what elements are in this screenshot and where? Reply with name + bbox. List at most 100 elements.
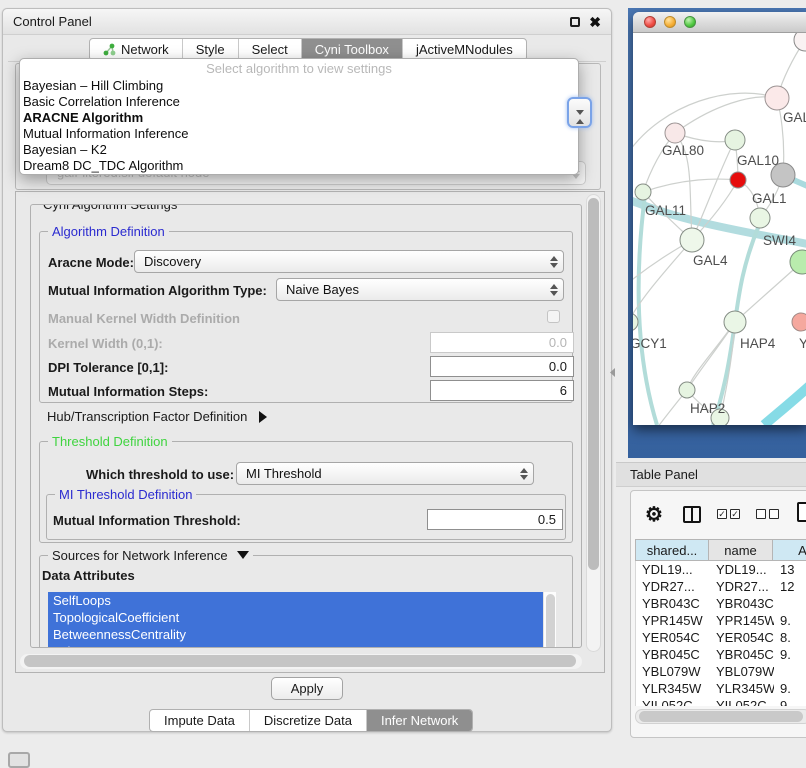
gear-icon[interactable]: ⚙ (645, 502, 663, 527)
checkbox-unchecked-icon[interactable] (756, 509, 766, 519)
attribute-item[interactable]: TopologicalCoefficient (48, 609, 543, 626)
mi-threshold-field[interactable]: 0.5 (427, 509, 563, 530)
settings-vertical-scrollbar[interactable] (586, 194, 601, 652)
attribute-item[interactable]: BetweennessCentrality (48, 626, 543, 643)
algorithm-option[interactable]: Bayesian – Hill Climbing (20, 78, 578, 94)
node-label: GAL1 (752, 191, 787, 206)
settings-vertical-scrollbar-thumb[interactable] (588, 198, 599, 570)
dpi-tolerance-field[interactable]: 0.0 (430, 356, 574, 377)
network-node-salmon[interactable] (792, 313, 806, 331)
algorithm-option[interactable]: Bayesian – K2 (20, 142, 578, 158)
cyni-settings-scrollpane: Cyni Algorithm Settings Algorithm Defini… (15, 191, 605, 673)
checkbox-checked-icon[interactable]: ✓ (717, 509, 727, 519)
column-header[interactable]: A (773, 539, 806, 561)
tab-style[interactable]: Style (183, 39, 239, 60)
table-row[interactable]: YIL052CYIL052C9. (636, 697, 806, 706)
network-node-GAL1[interactable] (750, 208, 770, 228)
table-row[interactable]: YBL079WYBL079W (636, 663, 806, 680)
network-node-HAP2[interactable] (679, 382, 695, 398)
table-cell: 13 (774, 561, 806, 578)
data-attributes-list[interactable]: SelfLoopsTopologicalCoefficientBetweenne… (48, 592, 556, 648)
close-icon[interactable]: ✖ (589, 16, 601, 28)
network-node-GAL80[interactable] (665, 123, 685, 143)
table-cell: YIL052C (710, 697, 774, 706)
network-node-pink-top[interactable] (765, 86, 789, 110)
column-header[interactable]: name (709, 539, 773, 561)
algorithm-combo-stepper[interactable] (567, 97, 592, 128)
column-header[interactable]: shared... (635, 539, 709, 561)
table-row[interactable]: YPR145WYPR145W9. (636, 612, 806, 629)
network-edge (633, 240, 692, 322)
algorithm-option[interactable]: Basic Correlation Inference (20, 94, 578, 110)
tab-network[interactable]: Network (90, 39, 183, 60)
tab-jactivemnodules[interactable]: jActiveMNodules (403, 39, 526, 60)
table-row[interactable]: YBR045CYBR045C9. (636, 646, 806, 663)
network-node-GAL10[interactable] (725, 130, 745, 150)
network-node-GAL4[interactable] (680, 228, 704, 252)
table-cell: YPR145W (710, 612, 774, 629)
algorithm-option[interactable]: Dream8 DC_TDC Algorithm (20, 158, 578, 174)
tab-select[interactable]: Select (239, 39, 302, 60)
mac-minimize-icon[interactable] (664, 16, 676, 28)
node-label: GAL10 (737, 153, 779, 168)
algorithm-option[interactable]: ARACNE Algorithm (20, 110, 578, 126)
columns-icon[interactable] (683, 506, 701, 523)
tab-impute-data[interactable]: Impute Data (150, 710, 250, 731)
network-node-GAL11[interactable] (635, 184, 651, 200)
tab-infer-network[interactable]: Infer Network (367, 710, 472, 731)
sources-title[interactable]: Sources for Network Inference (48, 548, 253, 563)
algorithm-options: Bayesian – Hill ClimbingBasic Correlatio… (20, 78, 578, 174)
tab-discretize-data[interactable]: Discretize Data (250, 710, 367, 731)
table-cell: 12 (774, 578, 806, 595)
network-view-frame: GALGAL80GAL10GAL11GAL1SWI4GAL4GCY1HAP4YH… (628, 8, 806, 458)
mac-close-icon[interactable] (644, 16, 656, 28)
table-row[interactable]: YLR345WYLR345W9. (636, 680, 806, 697)
settings-horizontal-scrollbar[interactable] (20, 654, 582, 669)
attribute-item[interactable]: SelfLoops (48, 592, 543, 609)
table-horizontal-scrollbar[interactable] (635, 709, 806, 724)
network-canvas[interactable]: GALGAL80GAL10GAL11GAL1SWI4GAL4GCY1HAP4YH… (633, 33, 806, 425)
settings-horizontal-scrollbar-thumb[interactable] (24, 655, 576, 667)
minimized-panel-chip[interactable] (8, 752, 30, 768)
table-cell: YBR045C (710, 646, 774, 663)
document-icon[interactable] (797, 502, 806, 522)
network-node-HAP4[interactable] (724, 311, 746, 333)
aracne-mode-combo[interactable]: Discovery (134, 250, 564, 273)
table-horizontal-scrollbar-thumb[interactable] (639, 711, 803, 722)
attribute-item[interactable]: gal4RGexp (48, 643, 543, 648)
table-cell (774, 663, 806, 680)
manual-kernel-checkbox[interactable] (547, 310, 560, 323)
network-node-red[interactable] (730, 172, 746, 188)
kernel-width-field[interactable]: 0.0 (430, 332, 574, 353)
table-row[interactable]: YBR043CYBR043C (636, 595, 806, 612)
checkbox-checked-icon[interactable]: ✓ (730, 509, 740, 519)
tab-label: Cyni Toolbox (315, 42, 389, 57)
table-row[interactable]: YER054CYER054C8. (636, 629, 806, 646)
algorithm-option[interactable]: Mutual Information Inference (20, 126, 578, 142)
threshold-definition-title: Threshold Definition (48, 434, 172, 449)
combo-stepper-icon (519, 468, 528, 480)
table-row[interactable]: YDL19...YDL19...13 (636, 561, 806, 578)
network-node-top-cut[interactable] (794, 33, 806, 51)
float-window-icon[interactable] (570, 17, 580, 27)
network-edge (633, 93, 777, 153)
which-threshold-combo[interactable]: MI Threshold (236, 462, 534, 485)
hub-definition-expander[interactable]: Hub/Transcription Factor Definition (47, 409, 267, 424)
attributes-scrollbar-thumb[interactable] (546, 594, 555, 648)
mi-steps-field[interactable]: 6 (430, 380, 574, 401)
apply-button[interactable]: Apply (271, 677, 343, 700)
aracne-mode-value: Discovery (144, 254, 201, 269)
network-edge (639, 195, 657, 425)
node-label: HAP2 (690, 401, 725, 416)
attributes-scrollbar[interactable] (543, 592, 556, 648)
mac-zoom-icon[interactable] (684, 16, 696, 28)
mi-type-combo[interactable]: Naive Bayes (276, 278, 564, 301)
node-label: GAL (783, 110, 806, 125)
table-row[interactable]: YDR27...YDR27...12 (636, 578, 806, 595)
table-cell: 8. (774, 629, 806, 646)
tab-cyni-toolbox[interactable]: Cyni Toolbox (302, 39, 403, 60)
collapse-arrow-icon (237, 551, 249, 559)
combo-stepper-icon (549, 256, 558, 268)
table-cell: YER054C (710, 629, 774, 646)
checkbox-unchecked-icon[interactable] (769, 509, 779, 519)
